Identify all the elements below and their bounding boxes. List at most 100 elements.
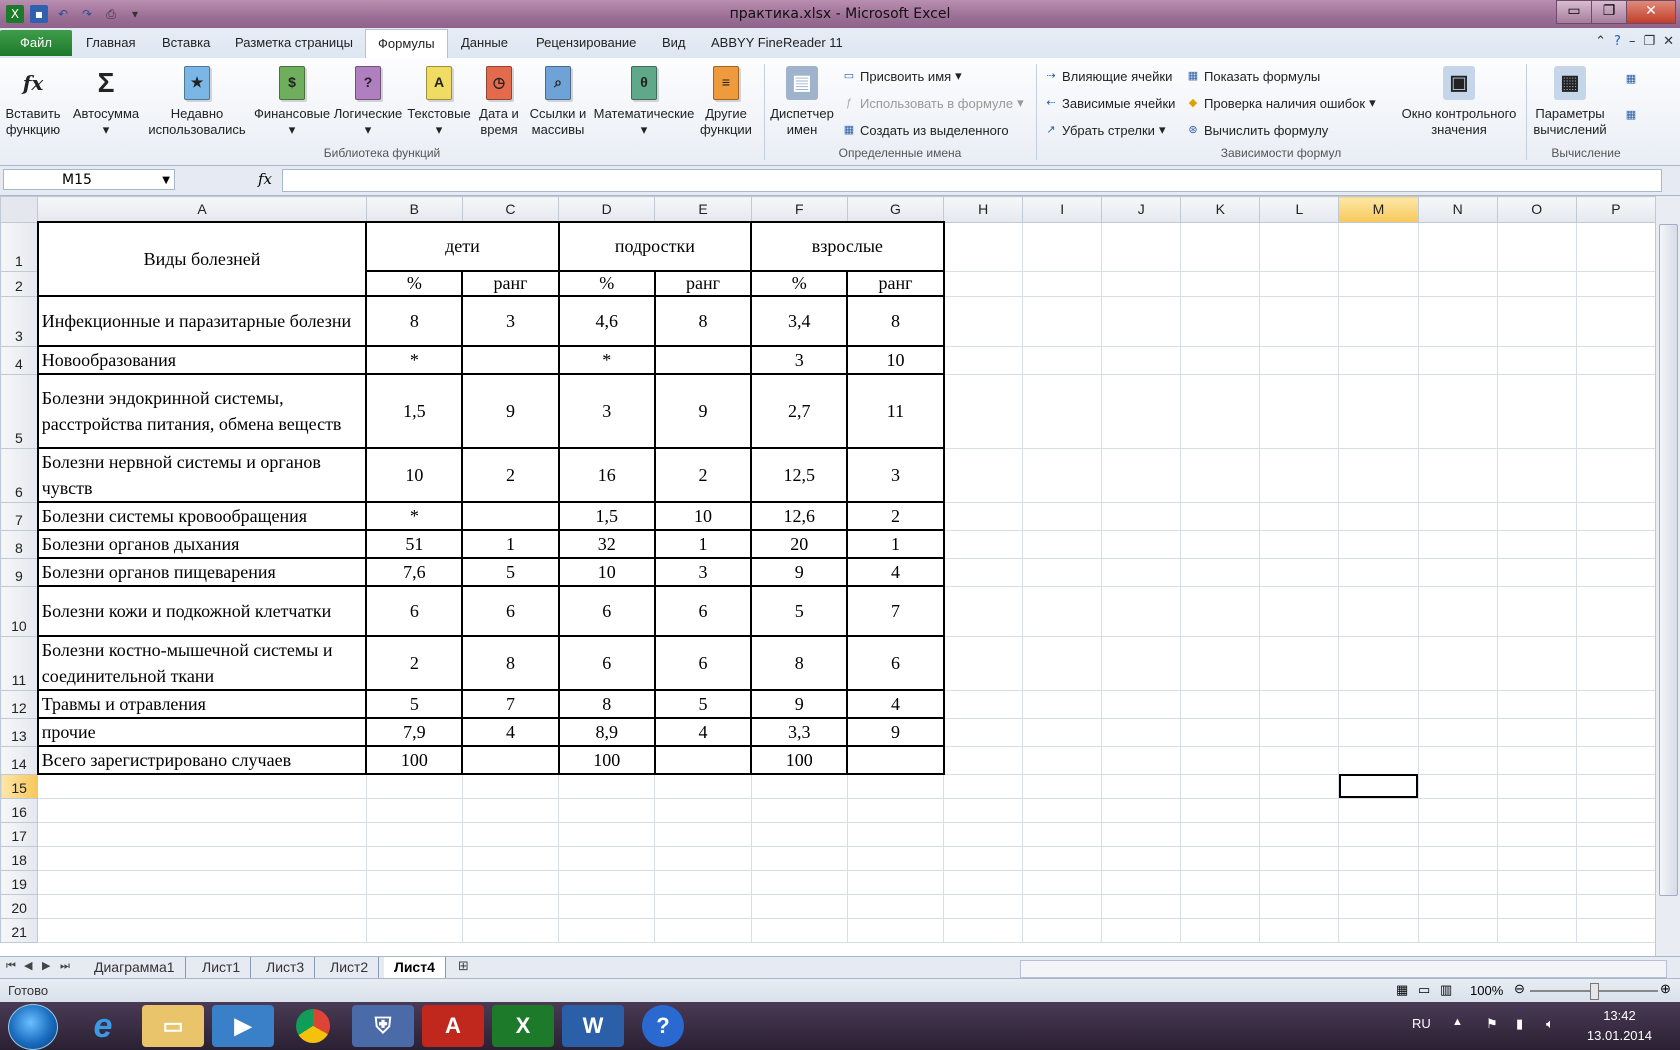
tab-abbyy[interactable]: ABBYY FineReader 11 bbox=[711, 28, 843, 57]
empty-cell[interactable] bbox=[558, 893, 656, 919]
empty-cell[interactable] bbox=[1496, 585, 1577, 637]
network-icon[interactable]: ▮ bbox=[1516, 1016, 1523, 1032]
value-cell[interactable]: 5 bbox=[365, 689, 464, 719]
page-layout-view-icon[interactable]: ▭ bbox=[1418, 982, 1430, 998]
disease-name-cell[interactable]: Болезни эндокринной системы, расстройств… bbox=[36, 373, 368, 449]
empty-cell[interactable] bbox=[750, 917, 848, 943]
value-cell[interactable]: 4 bbox=[846, 557, 945, 587]
value-cell[interactable]: 4 bbox=[653, 717, 753, 747]
empty-cell[interactable] bbox=[1101, 585, 1182, 637]
logical-button[interactable]: ? Логические ▾ bbox=[332, 66, 404, 138]
empty-cell[interactable] bbox=[365, 845, 463, 871]
value-cell[interactable]: 12,6 bbox=[750, 501, 849, 531]
value-cell[interactable]: 8 bbox=[557, 689, 656, 719]
row-header[interactable]: 7 bbox=[0, 501, 39, 531]
empty-cell[interactable] bbox=[1180, 557, 1261, 587]
empty-cell[interactable] bbox=[943, 797, 1024, 823]
tab-view[interactable]: Вид bbox=[662, 28, 686, 57]
header-adults[interactable]: взрослые bbox=[750, 221, 945, 272]
empty-cell[interactable] bbox=[1417, 295, 1498, 347]
empty-cell[interactable] bbox=[943, 821, 1024, 847]
row-header[interactable]: 14 bbox=[0, 745, 39, 775]
empty-cell[interactable] bbox=[1259, 917, 1340, 943]
empty-cell[interactable] bbox=[943, 893, 1024, 919]
subheader-rank[interactable]: ранг bbox=[653, 270, 753, 297]
empty-cell[interactable] bbox=[1417, 745, 1498, 775]
empty-cell[interactable] bbox=[943, 845, 1024, 871]
sheet-tab-list1[interactable]: Лист1 bbox=[192, 957, 252, 978]
empty-cell[interactable] bbox=[1575, 447, 1656, 503]
empty-cell[interactable] bbox=[1180, 893, 1261, 919]
row-header[interactable]: 3 bbox=[0, 295, 39, 347]
empty-cell[interactable] bbox=[1022, 501, 1103, 531]
empty-cell[interactable] bbox=[1417, 501, 1498, 531]
value-cell[interactable]: 3 bbox=[461, 295, 560, 347]
value-cell[interactable] bbox=[653, 345, 753, 375]
empty-cell[interactable] bbox=[1417, 917, 1498, 943]
column-header[interactable]: O bbox=[1496, 196, 1577, 223]
workbook-minimize-icon[interactable]: – bbox=[1629, 34, 1636, 49]
empty-cell[interactable] bbox=[1338, 585, 1419, 637]
zoom-in-icon[interactable]: ⊕ bbox=[1660, 981, 1671, 997]
empty-cell[interactable] bbox=[1338, 373, 1419, 449]
disease-name-cell[interactable]: Болезни нервной системы и органов чувств bbox=[36, 447, 368, 503]
empty-cell[interactable] bbox=[1338, 635, 1419, 691]
datetime-button[interactable]: ◷ Дата и время bbox=[474, 66, 524, 138]
empty-cell[interactable] bbox=[1575, 797, 1656, 823]
empty-cell[interactable] bbox=[1496, 893, 1577, 919]
empty-cell[interactable] bbox=[654, 893, 752, 919]
tab-data[interactable]: Данные bbox=[461, 28, 508, 57]
empty-cell[interactable] bbox=[1101, 529, 1182, 559]
empty-cell[interactable] bbox=[1575, 529, 1656, 559]
value-cell[interactable]: 2 bbox=[653, 447, 753, 503]
empty-cell[interactable] bbox=[846, 821, 945, 847]
empty-cell[interactable] bbox=[1259, 529, 1340, 559]
value-cell[interactable]: 8 bbox=[653, 295, 753, 347]
empty-cell[interactable] bbox=[1575, 557, 1656, 587]
empty-cell[interactable] bbox=[1496, 745, 1577, 775]
insert-function-button[interactable]: fx Вставить функцию bbox=[4, 66, 62, 138]
empty-cell[interactable] bbox=[943, 689, 1024, 719]
disease-name-cell[interactable]: Болезни кожи и подкожной клетчатки bbox=[36, 585, 368, 637]
empty-cell[interactable] bbox=[1259, 557, 1340, 587]
empty-cell[interactable] bbox=[846, 869, 945, 895]
empty-cell[interactable] bbox=[1022, 869, 1103, 895]
empty-cell[interactable] bbox=[1101, 717, 1182, 747]
calc-options-button[interactable]: ▦ Параметры вычислений bbox=[1528, 66, 1612, 138]
row-header[interactable]: 19 bbox=[0, 869, 39, 895]
value-cell[interactable]: 16 bbox=[557, 447, 656, 503]
column-header[interactable]: A bbox=[37, 196, 367, 223]
empty-cell[interactable] bbox=[1259, 717, 1340, 747]
row-header[interactable]: 20 bbox=[0, 893, 39, 919]
tab-file[interactable]: Файл bbox=[0, 30, 72, 56]
column-header[interactable]: G bbox=[846, 196, 945, 223]
value-cell[interactable]: 4 bbox=[846, 689, 945, 719]
empty-cell[interactable] bbox=[1101, 797, 1182, 823]
empty-cell[interactable] bbox=[461, 917, 560, 943]
workbook-restore-icon[interactable]: ❐ bbox=[1643, 34, 1655, 49]
empty-cell[interactable] bbox=[1022, 345, 1103, 375]
empty-cell[interactable] bbox=[1180, 529, 1261, 559]
value-cell[interactable]: 20 bbox=[750, 529, 849, 559]
empty-cell[interactable] bbox=[943, 295, 1024, 347]
value-cell[interactable]: 6 bbox=[365, 585, 464, 637]
minimize-ribbon-icon[interactable]: ⌃ bbox=[1595, 34, 1606, 49]
math-button[interactable]: θ Математические ▾ bbox=[592, 66, 696, 138]
use-in-formula-button[interactable]: ƒ Использовать в формуле ▾ bbox=[842, 93, 1024, 113]
empty-cell[interactable] bbox=[750, 821, 848, 847]
value-cell[interactable]: 7 bbox=[846, 585, 945, 637]
first-sheet-icon[interactable]: ⏮ bbox=[6, 959, 16, 973]
value-cell[interactable]: 6 bbox=[461, 585, 560, 637]
name-box-dropdown-icon[interactable]: ▼ bbox=[162, 170, 170, 191]
empty-cell[interactable] bbox=[1180, 345, 1261, 375]
help-support-icon[interactable]: ? bbox=[642, 1005, 684, 1047]
value-cell[interactable]: 9 bbox=[750, 689, 849, 719]
empty-cell[interactable] bbox=[846, 893, 945, 919]
empty-cell[interactable] bbox=[1259, 345, 1340, 375]
empty-cell[interactable] bbox=[1575, 745, 1656, 775]
value-cell[interactable]: 12,5 bbox=[750, 447, 849, 503]
row-header[interactable]: 11 bbox=[0, 635, 39, 691]
value-cell[interactable]: 9 bbox=[653, 373, 753, 449]
empty-cell[interactable] bbox=[1180, 717, 1261, 747]
empty-cell[interactable] bbox=[1417, 845, 1498, 871]
